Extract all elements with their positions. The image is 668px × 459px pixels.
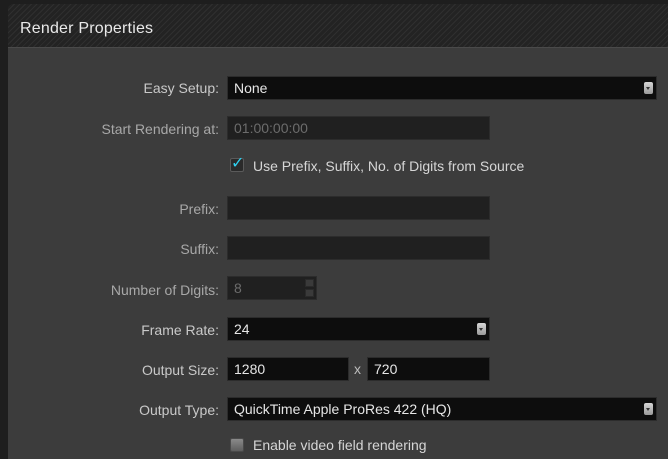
window-background: Render Properties Easy Setup: None Start… [0,0,668,459]
output-height-field[interactable]: 720 [367,357,490,381]
chevron-down-icon [644,403,653,415]
output-type-dropdown[interactable]: QuickTime Apple ProRes 422 (HQ) [227,397,657,421]
output-size-label: Output Size: [141,362,219,378]
output-height-value: 720 [374,361,398,377]
chevron-down-icon [477,323,486,335]
field-rendering-checkbox[interactable] [230,438,244,452]
output-width-field[interactable]: 1280 [227,357,349,381]
chevron-down-icon [644,82,653,94]
start-rendering-label: Start Rendering at: [101,121,219,137]
suffix-field [227,236,490,260]
panel-header: Render Properties [8,4,668,48]
panel-title: Render Properties [20,20,154,37]
prefix-label: Prefix: [179,201,219,217]
number-of-digits-value: 8 [234,280,242,296]
checkmark-icon: ✓ [231,155,245,172]
easy-setup-label: Easy Setup: [143,80,220,96]
output-type-value: QuickTime Apple ProRes 422 (HQ) [234,401,452,417]
easy-setup-value: None [234,80,268,96]
start-rendering-field: 01:00:00:00 [227,116,490,140]
field-rendering-label: Enable video field rendering [253,437,427,453]
frame-rate-dropdown[interactable]: 24 [227,317,490,341]
number-of-digits-label: Number of Digits: [110,282,219,298]
stepper-arrows-icon [305,279,314,297]
output-type-label: Output Type: [139,402,219,418]
render-properties-panel: Render Properties Easy Setup: None Start… [8,4,668,459]
size-separator: x [354,361,361,377]
prefix-field [227,196,490,220]
easy-setup-dropdown[interactable]: None [227,76,657,100]
frame-rate-value: 24 [234,321,250,337]
frame-rate-label: Frame Rate: [141,322,219,338]
use-prefix-checkbox[interactable]: ✓ [230,155,245,172]
number-of-digits-stepper: 8 [227,276,317,300]
start-rendering-value: 01:00:00:00 [234,120,308,136]
output-width-value: 1280 [234,361,266,377]
suffix-label: Suffix: [180,241,219,257]
use-prefix-label: Use Prefix, Suffix, No. of Digits from S… [253,158,525,174]
